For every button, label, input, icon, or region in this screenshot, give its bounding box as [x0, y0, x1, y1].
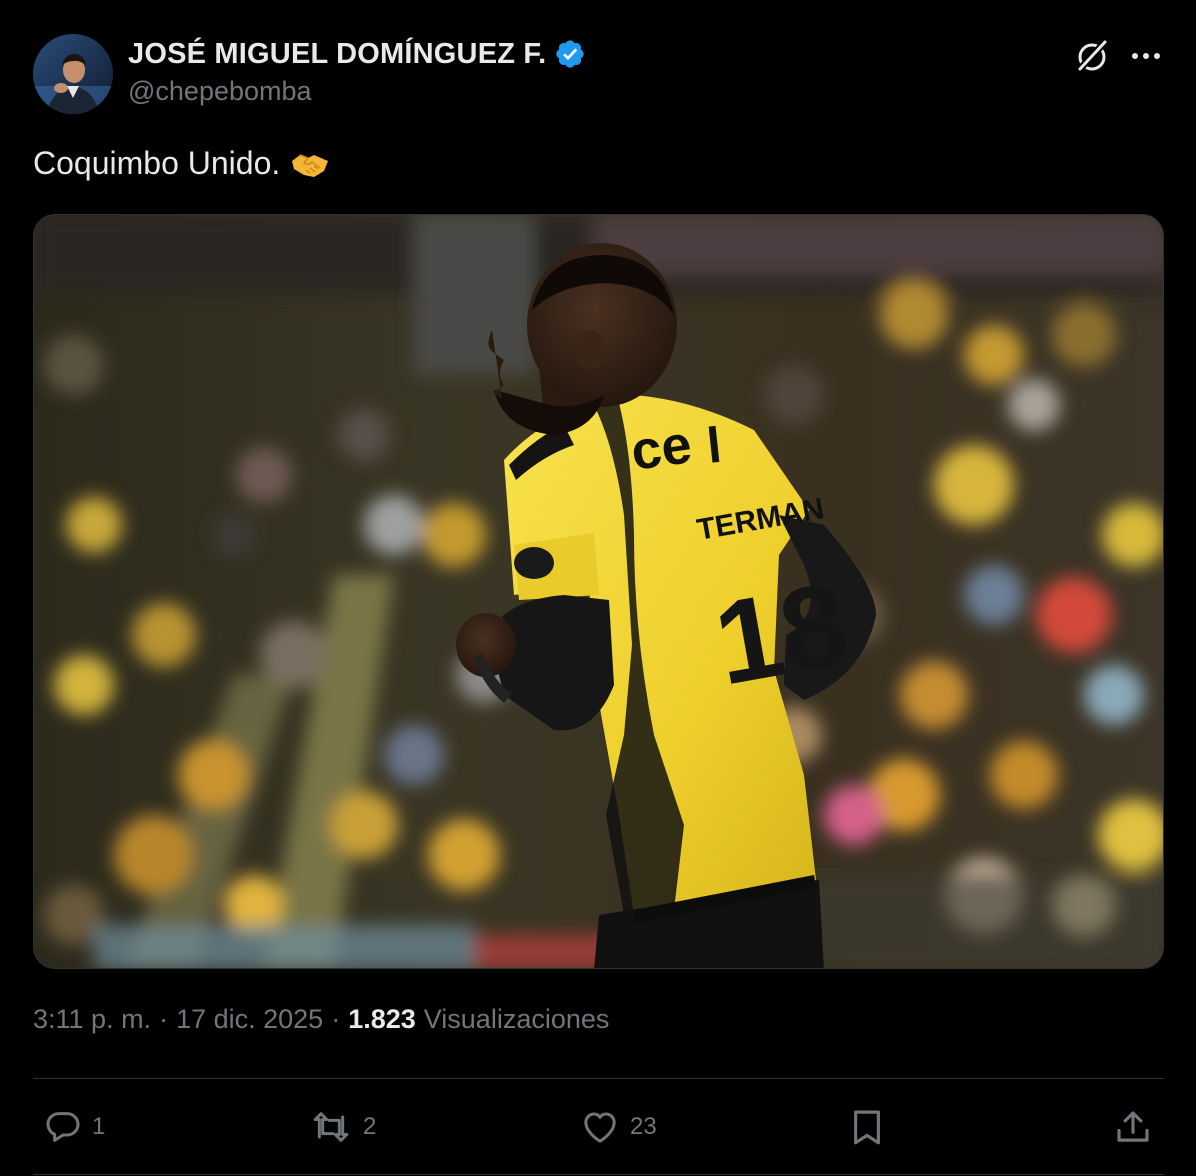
reply-count: 1 — [92, 1113, 106, 1140]
more-icon — [1132, 53, 1160, 59]
meta-separator: · — [159, 1004, 169, 1034]
author-handle[interactable]: @chepebomba — [128, 76, 312, 107]
reply-icon — [46, 1112, 80, 1142]
bookmark-icon — [854, 1110, 880, 1145]
reply-button[interactable]: 1 — [42, 1104, 105, 1150]
more-options-button[interactable] — [1124, 36, 1168, 76]
tweet-date[interactable]: 17 dic. 2025 — [176, 1004, 323, 1035]
views-count: 1.823 — [348, 1004, 416, 1034]
tweet-photo[interactable]: ce l TERMAN 18 — [33, 214, 1164, 969]
like-count: 23 — [630, 1113, 657, 1140]
author-name-row[interactable]: JOSÉ MIGUEL DOMÍNGUEZ F. — [128, 36, 586, 72]
meta-separator: · — [331, 1004, 341, 1034]
tweet-text-body: Coquimbo Unido. — [33, 145, 281, 181]
retweet-icon — [313, 1112, 349, 1142]
retweet-count: 2 — [363, 1113, 377, 1140]
avatar-image — [33, 34, 113, 114]
retweet-button[interactable]: 2 — [307, 1104, 376, 1150]
tweet-meta: 3:11 p. m. · 17 dic. 2025 · 1.823 Visual… — [33, 1004, 609, 1035]
share-button[interactable] — [1112, 1104, 1154, 1150]
like-button[interactable]: 23 — [578, 1104, 657, 1150]
grok-button[interactable] — [1072, 36, 1112, 76]
avatar[interactable] — [33, 34, 113, 114]
tweet-time[interactable]: 3:11 p. m. — [33, 1004, 151, 1035]
svg-text:ce: ce — [627, 414, 695, 482]
divider — [33, 1174, 1164, 1175]
grok-icon — [1077, 39, 1108, 72]
display-name[interactable]: JOSÉ MIGUEL DOMÍNGUEZ F. — [128, 38, 546, 71]
share-icon — [1117, 1111, 1149, 1142]
football-player-photo: ce l TERMAN 18 — [34, 215, 1163, 968]
verified-badge-icon[interactable] — [554, 38, 586, 70]
tweet-text: Coquimbo Unido. — [33, 145, 330, 182]
jersey-number: 18 — [706, 558, 858, 711]
divider — [33, 1078, 1164, 1079]
heart-icon — [584, 1112, 616, 1143]
bookmark-button[interactable] — [846, 1104, 888, 1150]
handshake-emoji-icon — [290, 149, 330, 179]
views-label: Visualizaciones — [423, 1004, 610, 1034]
